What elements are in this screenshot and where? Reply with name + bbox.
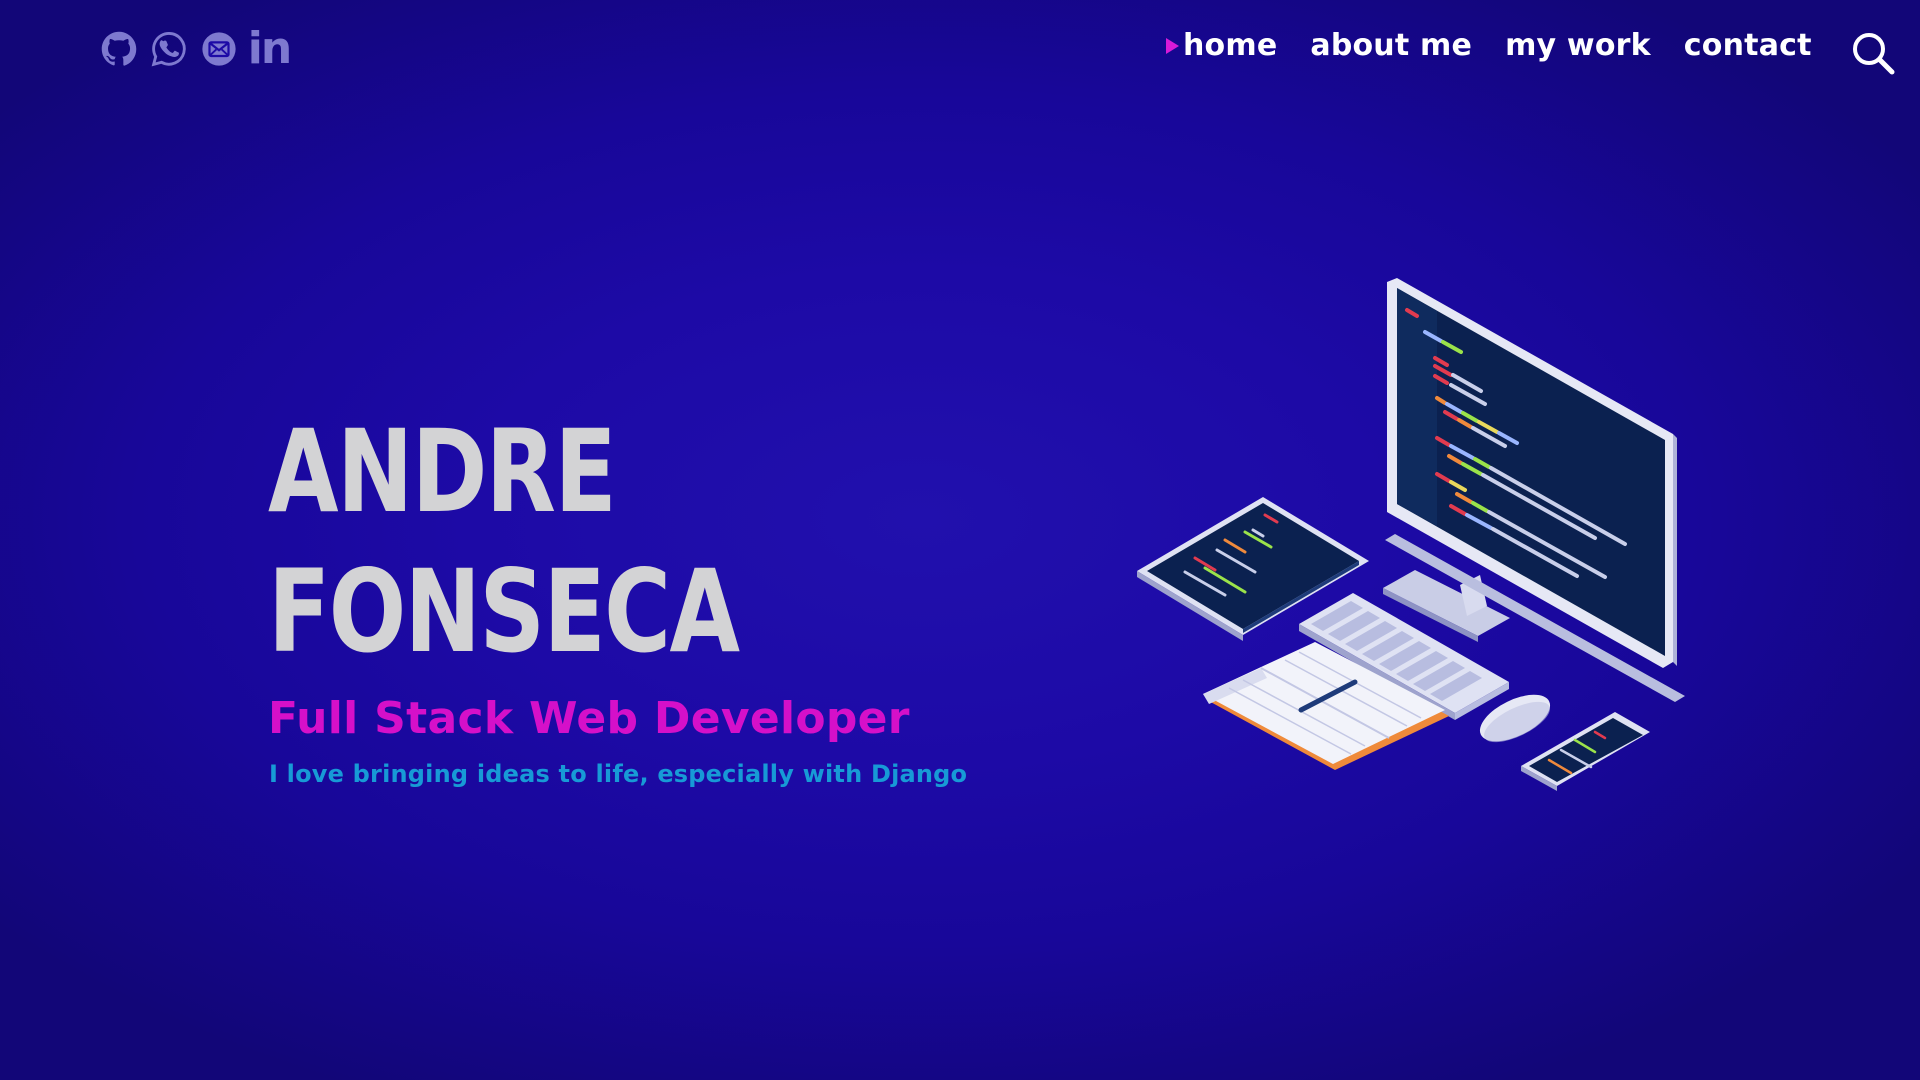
nav-item-contact-label: contact [1683, 28, 1812, 63]
search-button[interactable] [1850, 30, 1896, 76]
main-nav: home about me my work contact [1166, 28, 1812, 63]
nav-item-about-me[interactable]: about me [1310, 28, 1472, 63]
nav-item-contact[interactable]: contact [1684, 28, 1812, 63]
search-icon [1853, 33, 1895, 75]
social-links: in [100, 23, 292, 74]
phone [1521, 712, 1650, 791]
workstation-illustration [1137, 278, 1685, 791]
whatsapp-icon[interactable] [150, 28, 188, 70]
hero-last-name: FONSECA [268, 545, 740, 678]
active-marker-icon [1166, 37, 1179, 54]
email-icon[interactable] [200, 28, 238, 70]
nav-item-about-me-label: about me [1310, 28, 1473, 63]
nav-item-home[interactable]: home [1166, 28, 1277, 63]
hero-first-name: ANDRE [268, 405, 617, 538]
nav-item-home-label: home [1183, 28, 1278, 63]
nav-item-my-work-label: my work [1505, 28, 1651, 63]
hero-name: ANDRE FONSECA [268, 402, 740, 682]
github-icon[interactable] [100, 28, 138, 70]
linkedin-icon[interactable]: in [247, 23, 292, 74]
linkedin-label: in [247, 23, 292, 74]
nav-item-my-work[interactable]: my work [1505, 28, 1651, 63]
hero-tagline: I love bringing ideas to life, especiall… [269, 760, 968, 788]
hero-role: Full Stack Web Developer [268, 693, 910, 744]
